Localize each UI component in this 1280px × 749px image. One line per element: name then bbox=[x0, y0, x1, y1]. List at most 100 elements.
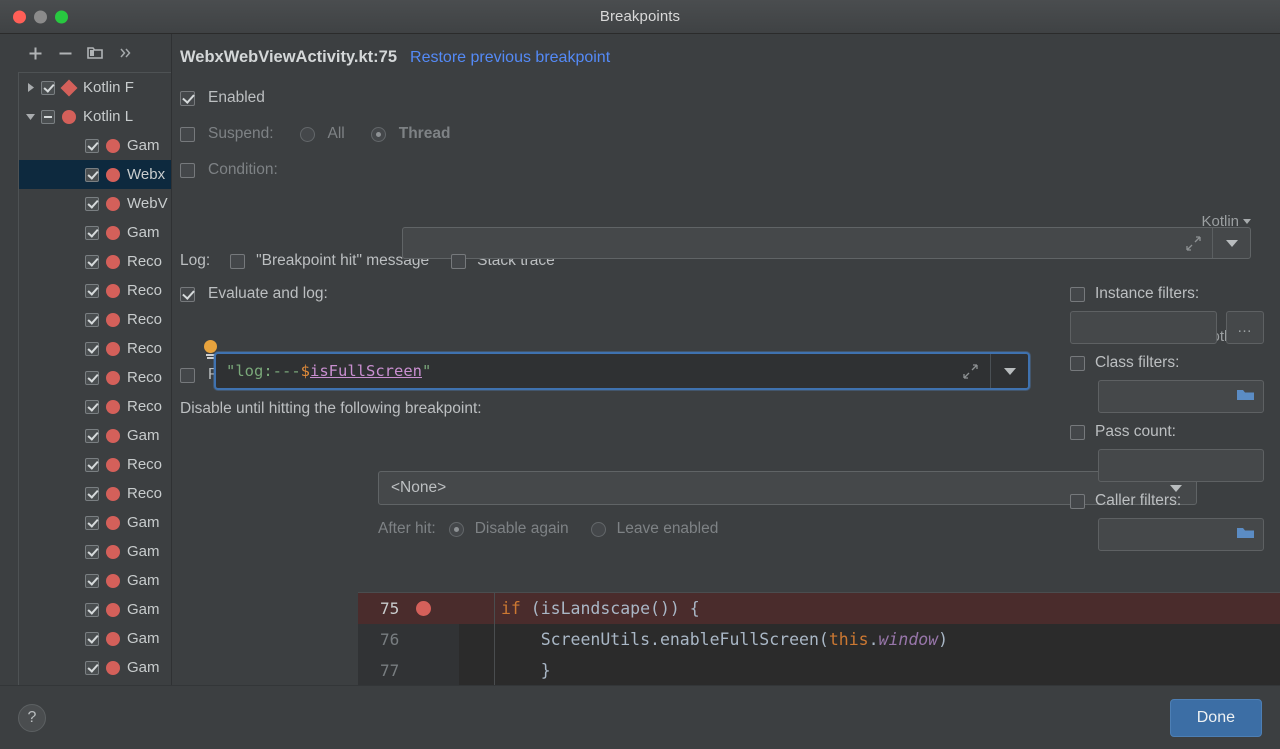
class-filters-checkbox[interactable] bbox=[1070, 355, 1085, 371]
breakpoint-tree-row[interactable]: Reco bbox=[19, 479, 171, 508]
breakpoint-enabled-checkbox[interactable] bbox=[85, 370, 99, 385]
pass-count-checkbox[interactable] bbox=[1070, 424, 1085, 440]
pass-count-header[interactable]: Pass count: bbox=[1070, 423, 1264, 441]
breakpoint-enabled-checkbox[interactable] bbox=[41, 80, 55, 95]
enabled-checkbox[interactable] bbox=[180, 90, 195, 106]
zoom-window-button[interactable] bbox=[55, 10, 68, 23]
caller-filters-header[interactable]: Caller filters: bbox=[1070, 492, 1264, 510]
code-preview-line[interactable]: } bbox=[459, 655, 1280, 685]
folder-icon[interactable] bbox=[1236, 525, 1255, 545]
breakpoint-enabled-checkbox[interactable] bbox=[85, 196, 99, 211]
breakpoint-tree-row[interactable]: Webx bbox=[19, 160, 171, 189]
code-preview-code[interactable]: if (isLandscape()) { ScreenUtils.enableF… bbox=[459, 593, 1280, 685]
breakpoint-enabled-checkbox[interactable] bbox=[85, 283, 99, 298]
breakpoint-enabled-checkbox[interactable] bbox=[85, 602, 99, 617]
breakpoint-enabled-checkbox[interactable] bbox=[85, 138, 99, 153]
breakpoint-tree-row[interactable]: Gam bbox=[19, 508, 171, 537]
add-breakpoint-button[interactable] bbox=[22, 41, 48, 65]
breakpoint-enabled-checkbox[interactable] bbox=[85, 457, 99, 472]
evaluate-and-log-checkbox[interactable] bbox=[180, 286, 195, 302]
code-preview-line[interactable]: ScreenUtils.enableFullScreen(this.window… bbox=[459, 624, 1280, 655]
evaluate-dropdown-button[interactable] bbox=[990, 354, 1028, 388]
breakpoints-tree[interactable]: Kotlin F Kotlin L Gam Webx WebV Gam Reco Reco Re… bbox=[18, 72, 171, 685]
breakpoint-tree-row[interactable]: Gam bbox=[19, 131, 171, 160]
breakpoint-enabled-checkbox[interactable] bbox=[85, 225, 99, 240]
breakpoint-enabled-checkbox[interactable] bbox=[85, 254, 99, 269]
done-button[interactable]: Done bbox=[1169, 698, 1262, 737]
breakpoint-enabled-checkbox[interactable] bbox=[85, 515, 99, 530]
breakpoint-enabled-checkbox[interactable] bbox=[41, 109, 55, 124]
condition-input-text[interactable] bbox=[403, 228, 1174, 258]
code-preview-gutter-line[interactable]: 76 bbox=[358, 624, 459, 655]
enabled-row[interactable]: Enabled bbox=[180, 89, 1280, 107]
breakpoint-enabled-checkbox[interactable] bbox=[85, 486, 99, 501]
code-preview[interactable]: 75 76 77 if (isLandscape()) { ScreenUtils.… bbox=[358, 592, 1280, 685]
instance-filters-header[interactable]: Instance filters: bbox=[1070, 285, 1264, 303]
more-options-button[interactable] bbox=[112, 41, 138, 65]
class-filters-header[interactable]: Class filters: bbox=[1070, 354, 1264, 372]
breakpoint-tree-row[interactable]: Reco bbox=[19, 305, 171, 334]
breakpoint-enabled-checkbox[interactable] bbox=[85, 660, 99, 675]
breakpoint-tree-row[interactable]: WebV bbox=[19, 189, 171, 218]
chevron-down-icon[interactable] bbox=[19, 111, 41, 122]
instance-filters-input[interactable] bbox=[1070, 311, 1217, 344]
code-preview-gutter[interactable]: 75 76 77 bbox=[358, 593, 459, 685]
breakpoint-tree-row[interactable]: Gam bbox=[19, 624, 171, 653]
breakpoint-tree-row[interactable]: Kotlin F bbox=[19, 73, 171, 102]
group-folder-icon[interactable] bbox=[82, 41, 108, 65]
code-preview-line[interactable]: if (isLandscape()) { bbox=[459, 593, 1280, 624]
breakpoint-tree-row[interactable]: Reco bbox=[19, 392, 171, 421]
breakpoint-tree-row[interactable]: Gam bbox=[19, 566, 171, 595]
chevron-right-icon[interactable] bbox=[19, 82, 41, 93]
suspend-all-radio[interactable] bbox=[299, 126, 315, 142]
condition-row[interactable]: Condition: bbox=[180, 161, 1280, 179]
code-preview-gutter-line[interactable]: 75 bbox=[358, 593, 459, 624]
breakpoint-enabled-checkbox[interactable] bbox=[85, 341, 99, 356]
breakpoint-tree-row[interactable]: Gam bbox=[19, 218, 171, 247]
after-hit-disable-again-radio[interactable] bbox=[448, 521, 464, 537]
breakpoint-tree-row[interactable]: Kotlin L bbox=[19, 102, 171, 131]
pass-count-input[interactable] bbox=[1098, 449, 1264, 482]
evaluate-and-log-input[interactable]: "log:--- $ isFullScreen " bbox=[214, 352, 1030, 390]
breakpoint-enabled-checkbox[interactable] bbox=[85, 544, 99, 559]
minimize-window-button[interactable] bbox=[34, 10, 47, 23]
breakpoint-tree-row[interactable]: Reco bbox=[19, 276, 171, 305]
evaluate-expand-icon[interactable] bbox=[950, 354, 990, 388]
suspend-row[interactable]: Suspend: All Thread bbox=[180, 125, 1280, 143]
instance-filters-checkbox[interactable] bbox=[1070, 286, 1085, 302]
remove-breakpoint-button[interactable] bbox=[52, 41, 78, 65]
condition-checkbox[interactable] bbox=[180, 162, 195, 178]
after-hit-leave-enabled-radio[interactable] bbox=[590, 521, 606, 537]
suspend-thread-radio[interactable] bbox=[370, 126, 386, 142]
log-stack-trace-checkbox[interactable] bbox=[451, 253, 467, 269]
breakpoint-tree-row[interactable]: Gam bbox=[19, 421, 171, 450]
caller-filters-input[interactable] bbox=[1098, 518, 1264, 551]
breakpoint-dot-icon[interactable] bbox=[416, 601, 431, 616]
breakpoint-enabled-checkbox[interactable] bbox=[85, 631, 99, 646]
caller-filters-checkbox[interactable] bbox=[1070, 493, 1085, 509]
class-filters-input[interactable] bbox=[1098, 380, 1264, 413]
breakpoint-enabled-checkbox[interactable] bbox=[85, 399, 99, 414]
breakpoint-enabled-checkbox[interactable] bbox=[85, 428, 99, 443]
folder-icon[interactable] bbox=[1236, 387, 1255, 407]
breakpoint-tree-row[interactable]: Gam bbox=[19, 537, 171, 566]
breakpoint-tree-row[interactable]: Reco bbox=[19, 450, 171, 479]
breakpoint-tree-row[interactable]: Reco bbox=[19, 334, 171, 363]
close-window-button[interactable] bbox=[13, 10, 26, 23]
evaluate-and-log-code[interactable]: "log:--- $ isFullScreen " bbox=[216, 354, 950, 388]
breakpoint-tree-row[interactable]: Reco bbox=[19, 247, 171, 276]
breakpoint-tree-row[interactable]: Gam bbox=[19, 595, 171, 624]
instance-filters-browse-button[interactable]: … bbox=[1226, 311, 1264, 344]
remove-once-hit-checkbox[interactable] bbox=[180, 367, 195, 383]
breakpoint-tree-row[interactable]: Reco bbox=[19, 363, 171, 392]
breakpoint-enabled-checkbox[interactable] bbox=[85, 312, 99, 327]
breakpoint-tree-row[interactable]: Gam bbox=[19, 653, 171, 682]
restore-previous-breakpoint-link[interactable]: Restore previous breakpoint bbox=[410, 49, 610, 67]
breakpoint-enabled-checkbox[interactable] bbox=[85, 167, 99, 182]
help-button[interactable]: ? bbox=[18, 703, 46, 732]
breakpoint-enabled-checkbox[interactable] bbox=[85, 573, 99, 588]
code-preview-gutter-line[interactable]: 77 bbox=[358, 655, 459, 685]
condition-input[interactable] bbox=[402, 227, 1251, 259]
suspend-checkbox[interactable] bbox=[180, 126, 195, 142]
condition-dropdown-button[interactable] bbox=[1212, 228, 1250, 258]
